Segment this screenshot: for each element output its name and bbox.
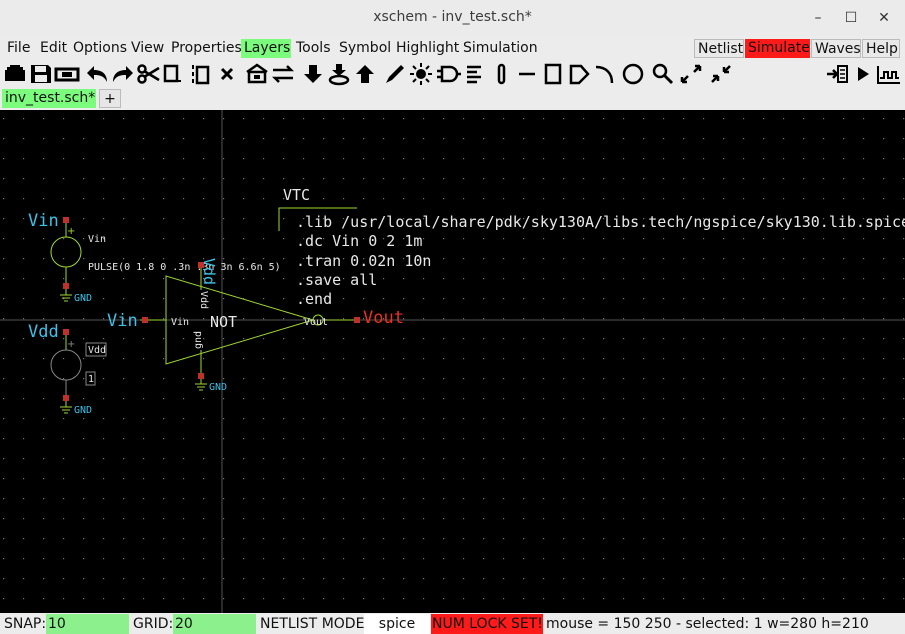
pin-label-vdd: Vdd (198, 291, 209, 309)
schematic-drawing: VTC .lib /usr/local/share/pdk/sky130A/li… (0, 110, 905, 613)
plus-sign: + (67, 339, 75, 350)
vdd-label: Vdd (28, 322, 59, 342)
zoom-full-icon[interactable] (678, 62, 704, 86)
pop-icon[interactable] (270, 62, 296, 86)
menu-view[interactable]: View (128, 39, 167, 58)
pin-terminal (198, 373, 204, 379)
waves-icon[interactable] (876, 62, 902, 86)
spice-line[interactable]: .end (296, 290, 332, 308)
waves-button[interactable]: Waves (811, 39, 861, 58)
delete-icon[interactable] (214, 62, 240, 86)
grid-label: GRID: (133, 616, 174, 632)
inverter-name: NOT (210, 313, 237, 331)
numlock-indicator: NUM LOCK SET! (431, 614, 543, 634)
snap-input[interactable]: 10 (46, 614, 129, 634)
net-icon[interactable] (436, 62, 462, 86)
xschem-window: xschem - inv_test.sch* – ☐ ✕ File Edit O… (0, 0, 905, 634)
pin-icon[interactable] (488, 62, 514, 86)
pin-terminal (63, 283, 69, 289)
netlist-icon[interactable] (824, 62, 850, 86)
pin-label-in: Vin (171, 317, 189, 328)
vin-net-label: Vin (107, 311, 138, 331)
spice-line[interactable]: .save all (296, 271, 377, 289)
push-icon[interactable] (244, 62, 270, 86)
gnd-label: GND (209, 382, 227, 393)
grid-input[interactable]: 20 (173, 614, 256, 634)
pin-label-out: Vout (304, 317, 328, 328)
close-button[interactable]: ✕ (874, 8, 894, 28)
save-icon[interactable] (28, 62, 54, 86)
menu-edit[interactable]: Edit (37, 39, 70, 58)
vdd-net-label: Vdd (200, 258, 218, 285)
pin-terminal (63, 329, 69, 335)
spice-line[interactable]: .tran 0.02n 10n (296, 252, 431, 270)
redo-icon[interactable] (110, 62, 136, 86)
run-icon[interactable] (850, 62, 876, 86)
vin-source-name: Vin (88, 234, 106, 245)
menu-tools[interactable]: Tools (293, 39, 334, 58)
status-bar: SNAP: 10 GRID: 20 NETLIST MODE: spice NU… (0, 613, 905, 634)
vin-source-value: PULSE(0 1.8 0 .3n .3n 3n 6.6n 5) (88, 262, 281, 273)
tab-inv-test[interactable]: inv_test.sch* (2, 89, 96, 108)
pin-terminal (354, 317, 360, 323)
rect-icon[interactable] (540, 62, 566, 86)
plus-sign: + (67, 226, 75, 237)
reload-icon[interactable] (54, 62, 80, 86)
pin-terminal (63, 395, 69, 401)
netlist-mode-label: NETLIST MODE: (260, 616, 370, 632)
vdd-source-value: 1 (88, 374, 94, 385)
polygon-icon[interactable] (566, 62, 592, 86)
gnd-label: GND (74, 405, 92, 416)
move-up-icon[interactable] (352, 62, 378, 86)
schematic-canvas[interactable]: VTC .lib /usr/local/share/pdk/sky130A/li… (0, 110, 905, 613)
copy-icon[interactable] (160, 62, 186, 86)
toolbar (0, 60, 905, 88)
cut-icon[interactable] (136, 62, 162, 86)
zoom-icon[interactable] (650, 62, 676, 86)
title-bar: xschem - inv_test.sch* – ☐ ✕ (0, 0, 905, 36)
netlist-mode-select[interactable]: spice (364, 614, 430, 634)
zoom-out-icon[interactable] (708, 62, 734, 86)
tab-bar: inv_test.sch* + (0, 88, 905, 110)
line-icon[interactable] (514, 62, 540, 86)
snap-label: SNAP: (4, 616, 47, 632)
highlight-icon[interactable] (408, 62, 434, 86)
menu-highlight[interactable]: Highlight (393, 39, 462, 58)
maximize-button[interactable]: ☐ (841, 8, 861, 28)
menu-simulation[interactable]: Simulation (460, 39, 541, 58)
paste-icon[interactable] (188, 62, 214, 86)
spice-line[interactable]: .lib /usr/local/share/pdk/sky130A/libs.t… (296, 213, 905, 231)
arc-icon[interactable] (592, 62, 618, 86)
undo-icon[interactable] (84, 62, 110, 86)
netlist-button[interactable]: Netlist (694, 39, 744, 58)
text-icon[interactable] (462, 62, 488, 86)
vout-net-label: Vout (363, 308, 404, 328)
simulate-button[interactable]: Simulate (745, 39, 810, 58)
new-icon[interactable] (2, 62, 28, 86)
menu-symbol[interactable]: Symbol (336, 39, 394, 58)
insert-symbol-icon[interactable] (326, 62, 352, 86)
minimize-button[interactable]: – (808, 8, 828, 28)
pen-icon[interactable] (382, 62, 408, 86)
vdd-source-name: Vdd (88, 345, 106, 356)
menu-bar: File Edit Options View Properties Layers… (0, 36, 905, 61)
pin-terminal (142, 317, 148, 323)
menu-layers[interactable]: Layers (241, 39, 291, 58)
spice-line[interactable]: .dc Vin 0 2 1m (296, 232, 422, 250)
menu-file[interactable]: File (4, 39, 33, 58)
menu-properties[interactable]: Properties (168, 39, 245, 58)
window-title: xschem - inv_test.sch* (373, 9, 532, 25)
grid-dots (0, 110, 905, 613)
gnd-label: GND (74, 293, 92, 304)
move-down-icon[interactable] (300, 62, 326, 86)
mouse-info: mouse = 150 250 - selected: 1 w=280 h=21… (546, 616, 869, 632)
pin-label-gnd: gnd (193, 331, 204, 349)
circle-icon[interactable] (620, 62, 646, 86)
vin-label: Vin (28, 211, 59, 231)
menu-options[interactable]: Options (70, 39, 130, 58)
code-block-title: VTC (283, 186, 310, 204)
help-menu[interactable]: Help (862, 39, 900, 58)
add-tab-button[interactable]: + (99, 89, 121, 108)
pin-terminal (63, 217, 69, 223)
